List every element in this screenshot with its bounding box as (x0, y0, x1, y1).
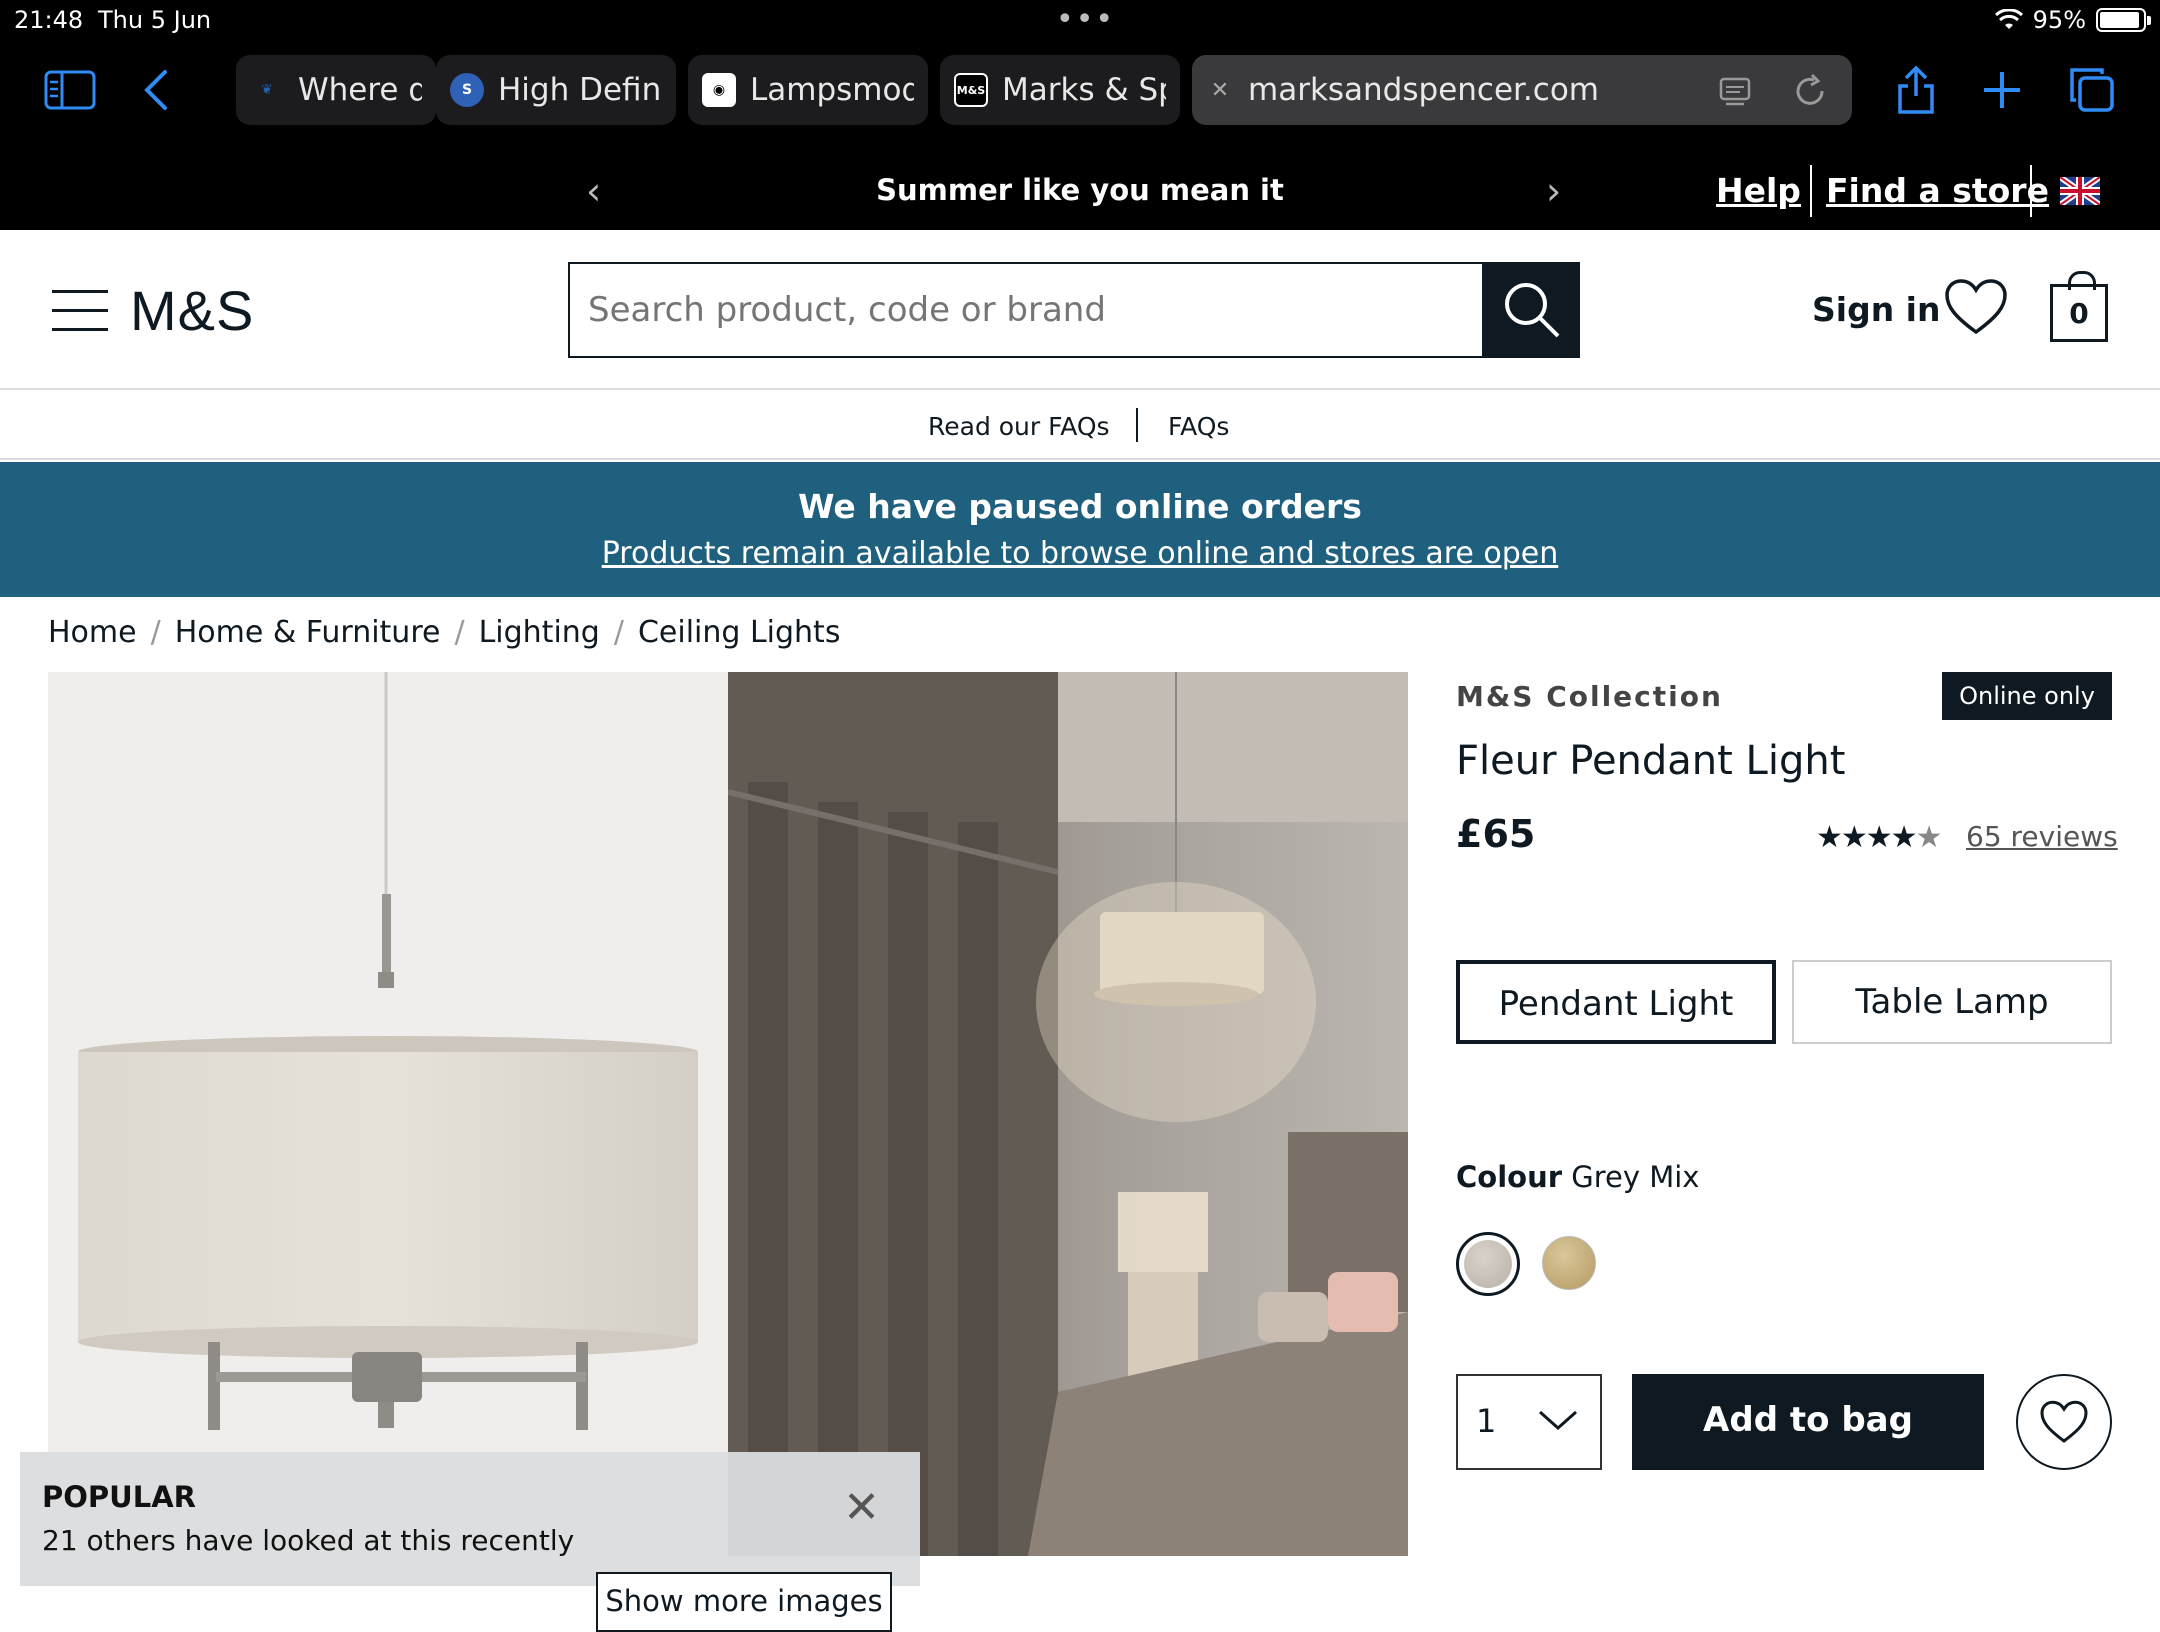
add-to-bag-button[interactable]: Add to bag (1632, 1374, 1984, 1470)
paused-orders-notice: We have paused online orders Products re… (0, 462, 2160, 597)
ms-icon: M&S (954, 73, 988, 107)
option-pendant-light[interactable]: Pendant Light (1456, 960, 1776, 1044)
multitasking-dots-icon[interactable]: ••• (1056, 2, 1115, 37)
address-text[interactable]: marksandspencer.com (1248, 72, 1599, 108)
quantity-value: 1 (1476, 1402, 1497, 1440)
product-image-lifestyle[interactable] (728, 672, 1408, 1556)
product-brand: M&S Collection (1456, 680, 1723, 713)
leaf-icon: ❦ (261, 82, 273, 98)
lamp-icon: ◉ (702, 73, 736, 107)
close-icon[interactable]: ✕ (843, 1482, 880, 1533)
breadcrumb-lighting[interactable]: Lighting (479, 615, 600, 650)
faqs-link[interactable]: FAQs (1168, 412, 1229, 441)
breadcrumb-ceiling-lights[interactable]: Ceiling Lights (638, 615, 841, 650)
uk-flag-icon[interactable] (2060, 177, 2100, 205)
battery-icon (2096, 8, 2151, 32)
tab-marks-spencer[interactable]: M&S Marks & Spe (940, 55, 1180, 125)
breadcrumb: Home / Home & Furniture / Lighting / Cei… (48, 615, 841, 650)
ms-logo[interactable]: M&S (130, 278, 254, 343)
save-favourite-button[interactable] (2016, 1374, 2112, 1470)
show-more-images-button[interactable]: Show more images (596, 1572, 892, 1632)
search-button[interactable] (1484, 262, 1580, 358)
find-store-link[interactable]: Find a store (1826, 171, 2049, 210)
wifi-icon (1994, 9, 2023, 29)
popup-title: POPULAR (42, 1480, 196, 1514)
read-faqs-link[interactable]: Read our FAQs (928, 412, 1110, 441)
site-header: M&S Sign in 0 (0, 230, 2160, 390)
status-right: 95% (1994, 6, 2151, 34)
back-icon[interactable] (126, 62, 186, 118)
help-link[interactable]: Help (1716, 171, 1801, 210)
status-time: 21:48 (14, 6, 84, 34)
tabs-overview-icon[interactable] (2062, 62, 2122, 118)
status-date: Thu 5 Jun (98, 6, 212, 34)
search-icon (1505, 283, 1560, 338)
sign-in-link[interactable]: Sign in (1812, 290, 1941, 329)
bag-count: 0 (2069, 296, 2089, 330)
s-icon: S (450, 73, 484, 107)
swatch-gold[interactable] (1542, 1236, 1596, 1290)
online-only-badge: Online only (1942, 672, 2112, 720)
product-title: Fleur Pendant Light (1456, 738, 1846, 784)
wishlist-heart-icon[interactable] (1944, 278, 2008, 336)
popup-text: 21 others have looked at this recently (42, 1524, 575, 1557)
popular-popup: POPULAR 21 others have looked at this re… (20, 1452, 920, 1586)
reader-icon[interactable] (1718, 75, 1752, 109)
share-icon[interactable] (1886, 62, 1946, 118)
product-image-main[interactable] (48, 672, 728, 1556)
sidebar-icon[interactable] (40, 62, 100, 118)
heart-icon (2040, 1400, 2088, 1443)
bag-button[interactable]: 0 (2050, 271, 2108, 342)
product-price: £65 (1456, 812, 1536, 856)
chevron-down-icon (1539, 1410, 1577, 1431)
search-input[interactable] (568, 262, 1484, 358)
notice-title: We have paused online orders (798, 487, 1362, 526)
promo-next-icon[interactable]: › (1546, 169, 1561, 213)
reload-icon[interactable] (1792, 73, 1828, 109)
swatch-grey-mix[interactable] (1456, 1232, 1520, 1296)
faq-bar: Read our FAQs FAQs (0, 392, 2160, 460)
close-icon[interactable]: ✕ (1206, 73, 1234, 107)
breadcrumb-home[interactable]: Home (48, 615, 137, 650)
quantity-select[interactable]: 1 (1456, 1374, 1602, 1470)
notice-link[interactable]: Products remain available to browse onli… (0, 536, 2160, 571)
colour-value: Grey Mix (1571, 1160, 1700, 1194)
tab-lampsmode[interactable]: ◉ Lampsmode (688, 55, 928, 125)
battery-percent: 95% (2032, 6, 2086, 34)
breadcrumb-home-furniture[interactable]: Home & Furniture (175, 615, 441, 650)
tab-where[interactable]: ❦ Where dc (236, 55, 436, 125)
menu-icon[interactable] (52, 290, 108, 331)
rating-stars: ★★★★★ (1816, 820, 1942, 855)
colour-label: Colour Grey Mix (1456, 1160, 1700, 1194)
reviews-link[interactable]: 65 reviews (1966, 820, 2118, 853)
new-tab-icon[interactable] (1972, 62, 2032, 118)
tab-active-address[interactable]: ✕ marksandspencer.com (1192, 55, 1852, 125)
promo-bar: ‹ Summer like you mean it › Help Find a … (0, 155, 2160, 230)
option-table-lamp[interactable]: Table Lamp (1792, 960, 2112, 1044)
tab-high-definition[interactable]: S High Definit (436, 55, 676, 125)
